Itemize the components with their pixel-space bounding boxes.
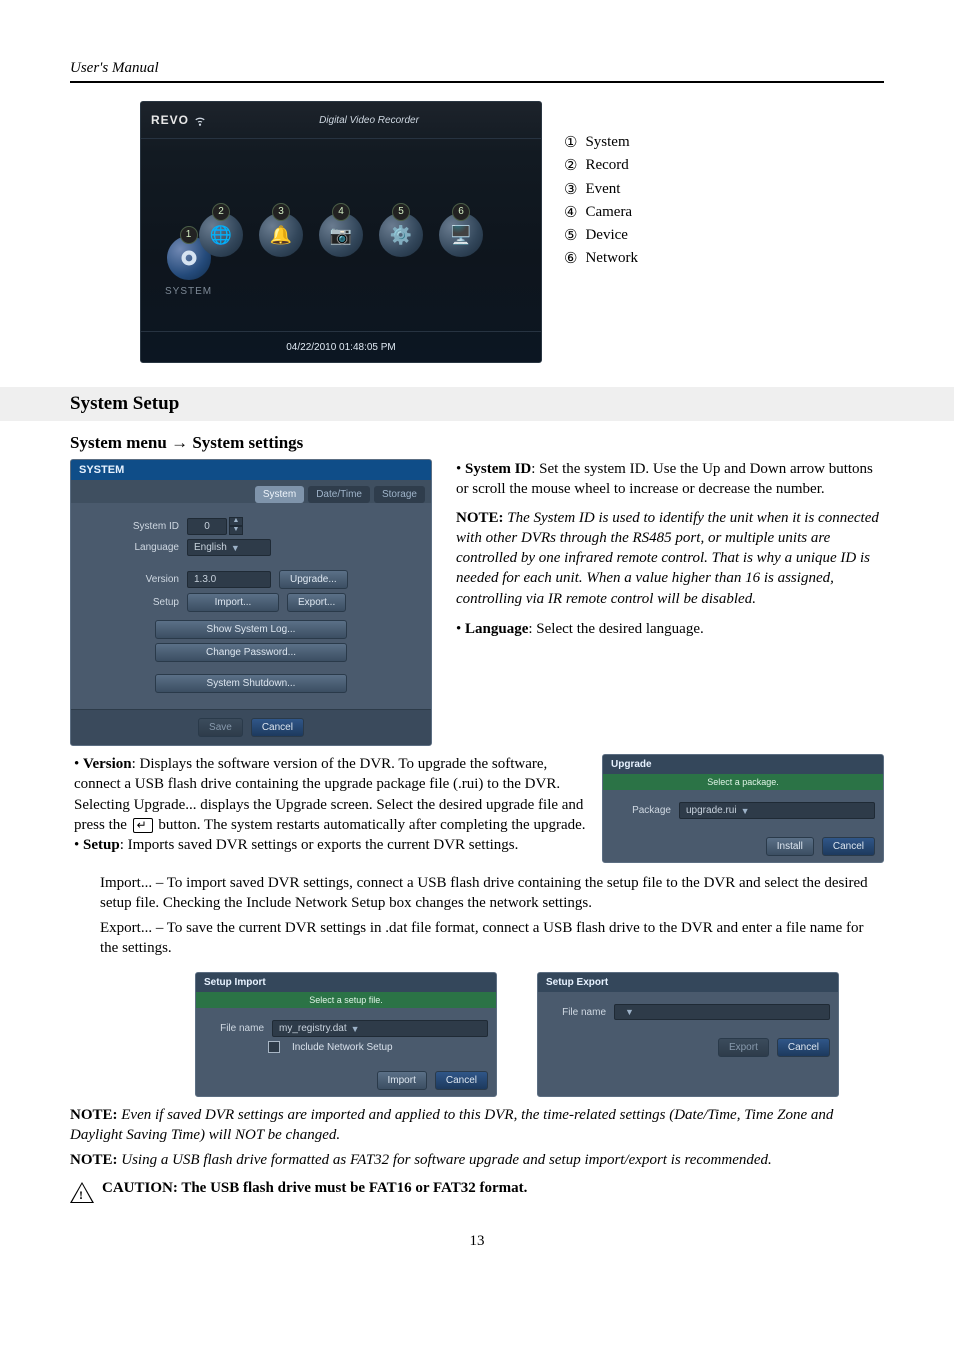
note-2: NOTE: Using a USB flash drive formatted …: [70, 1150, 884, 1170]
badge-1: 1: [180, 226, 198, 244]
export-button[interactable]: Export...: [287, 593, 346, 612]
brand-logo: REVO: [151, 113, 207, 127]
section-heading: System Setup: [0, 387, 954, 421]
tab-system[interactable]: System: [255, 486, 304, 503]
network-icon[interactable]: 6🖥️: [439, 213, 483, 257]
record-icon[interactable]: 2🌐: [199, 213, 243, 257]
event-icon[interactable]: 3🔔: [259, 213, 303, 257]
chevron-down-icon: ▼: [741, 806, 750, 816]
install-button[interactable]: Install: [766, 837, 814, 856]
upgrade-info: Select a package.: [603, 774, 883, 790]
import-button[interactable]: Import...: [187, 593, 279, 612]
note-1: NOTE: Even if saved DVR settings are imp…: [70, 1105, 884, 1146]
panel-title: SYSTEM: [71, 460, 431, 480]
system-id-field[interactable]: 0: [187, 518, 227, 535]
chevron-down-icon: ▼: [231, 543, 240, 553]
warning-icon: !: [70, 1182, 94, 1203]
upgrade-panel: Upgrade Select a package. Package upgrad…: [602, 754, 884, 863]
change-password-button[interactable]: Change Password...: [155, 643, 347, 662]
package-select[interactable]: upgrade.rui▼: [679, 802, 875, 819]
tab-storage[interactable]: Storage: [374, 486, 425, 503]
enter-button-icon: [133, 818, 153, 833]
import-panel: Setup Import Select a setup file. File n…: [195, 972, 497, 1097]
import-info: Select a setup file.: [196, 992, 496, 1008]
upgrade-title: Upgrade: [603, 755, 883, 774]
arrow-icon: →: [171, 433, 188, 452]
import-title: Setup Import: [196, 973, 496, 992]
language-label: Language: [83, 542, 179, 553]
caution: ! CAUTION: The USB flash drive must be F…: [70, 1180, 884, 1203]
package-label: Package: [611, 805, 671, 816]
cancel-button[interactable]: Cancel: [251, 718, 304, 737]
header-left: User's Manual: [70, 60, 159, 77]
upgrade-cancel-button[interactable]: Cancel: [822, 837, 875, 856]
page-number: 13: [70, 1233, 884, 1250]
export-text: Export... – To save the current DVR sett…: [100, 918, 884, 959]
camera-icon[interactable]: 4📷: [319, 213, 363, 257]
version-value: 1.3.0: [187, 571, 271, 588]
version-label: Version: [83, 574, 179, 585]
include-network-label: Include Network Setup: [292, 1042, 393, 1053]
header-divider: [70, 81, 884, 83]
import-cancel-button[interactable]: Cancel: [435, 1071, 488, 1090]
wifi-icon: [193, 113, 207, 127]
dvr-title: Digital Video Recorder: [207, 115, 531, 126]
device-icon[interactable]: 5⚙️: [379, 213, 423, 257]
import-file-select[interactable]: my_registry.dat▼: [272, 1020, 488, 1037]
tab-datetime[interactable]: Date/Time: [308, 486, 370, 503]
import-text: Import... – To import saved DVR settings…: [100, 873, 884, 914]
language-select[interactable]: English▼: [187, 539, 271, 556]
export-file-label: File name: [546, 1007, 606, 1018]
menu-legend: ①System ②Record ③Event ④Camera ⑤Device ⑥…: [564, 101, 638, 363]
subheading: System menu → System settings: [70, 433, 884, 453]
system-panel: SYSTEM System Date/Time Storage System I…: [70, 459, 432, 746]
save-button[interactable]: Save: [198, 718, 243, 737]
system-description: • System ID: Set the system ID. Use the …: [456, 459, 884, 647]
upgrade-button[interactable]: Upgrade...: [279, 570, 348, 589]
import-file-label: File name: [204, 1023, 264, 1034]
show-log-button[interactable]: Show System Log...: [155, 620, 347, 639]
system-id-label: System ID: [83, 521, 179, 532]
system-label: SYSTEM: [165, 286, 212, 297]
export-file-input[interactable]: ▼: [614, 1004, 830, 1020]
shutdown-button[interactable]: System Shutdown...: [155, 674, 347, 693]
export-cancel-button[interactable]: Cancel: [777, 1038, 830, 1057]
do-export-button[interactable]: Export: [718, 1038, 769, 1057]
chevron-down-icon: ▼: [351, 1024, 360, 1034]
dvr-timestamp: 04/22/2010 01:48:05 PM: [141, 331, 541, 362]
export-title: Setup Export: [538, 973, 838, 992]
system-id-spinner[interactable]: ▲▼: [229, 517, 243, 535]
export-panel: Setup Export File name ▼ Export Cancel: [537, 972, 839, 1097]
do-import-button[interactable]: Import: [377, 1071, 427, 1090]
chevron-down-icon: ▼: [625, 1007, 634, 1017]
include-network-checkbox[interactable]: [268, 1041, 280, 1053]
dvr-menu-screenshot: REVO Digital Video Recorder 1 SYSTEM 2🌐 …: [140, 101, 542, 363]
setup-label: Setup: [83, 597, 179, 608]
